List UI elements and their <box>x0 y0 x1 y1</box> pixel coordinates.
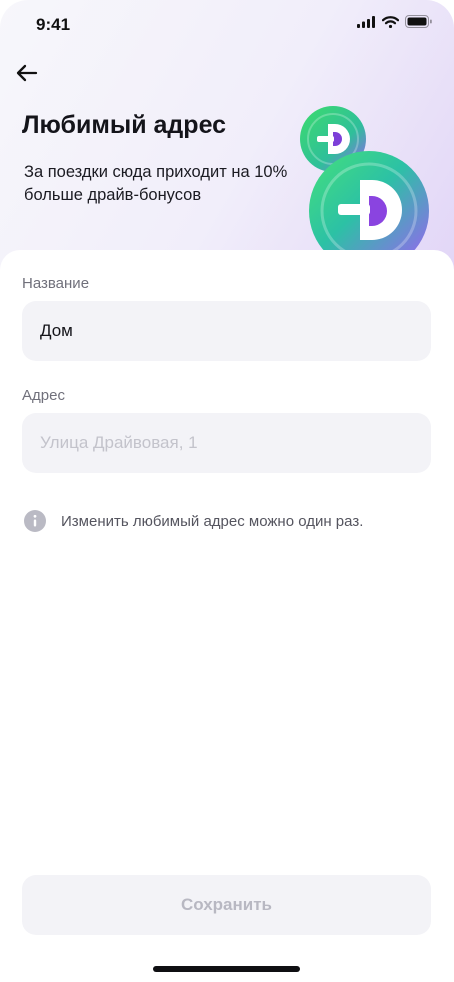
phone-screen: 9:41 Любимый адрес За поездки сюда прихо… <box>0 0 454 982</box>
battery-icon <box>405 15 432 28</box>
page-subtitle: За поездки сюда приходит на 10% больше д… <box>24 163 288 204</box>
cellular-signal-icon <box>357 15 375 28</box>
page-title: Любимый адрес <box>22 111 227 139</box>
wifi-icon <box>382 15 399 28</box>
save-button[interactable]: Сохранить <box>22 875 431 935</box>
form-sheet: Название Дом Адрес Улица Драйвовая, 1 Из… <box>0 250 454 982</box>
status-time: 9:41 <box>36 15 71 34</box>
arrow-left-icon[interactable] <box>12 58 42 88</box>
home-indicator <box>153 966 300 972</box>
address-field[interactable]: Улица Драйвовая, 1 <box>22 413 431 473</box>
status-bar: 9:41 <box>0 0 454 50</box>
status-icons <box>357 15 432 28</box>
info-icon <box>24 510 46 532</box>
address-label: Адрес <box>22 387 65 404</box>
name-field[interactable]: Дом <box>22 301 431 361</box>
info-text: Изменить любимый адрес можно один раз. <box>61 513 364 530</box>
name-label: Название <box>22 275 90 292</box>
header-banner: 9:41 Любимый адрес За поездки сюда прихо… <box>0 0 454 271</box>
